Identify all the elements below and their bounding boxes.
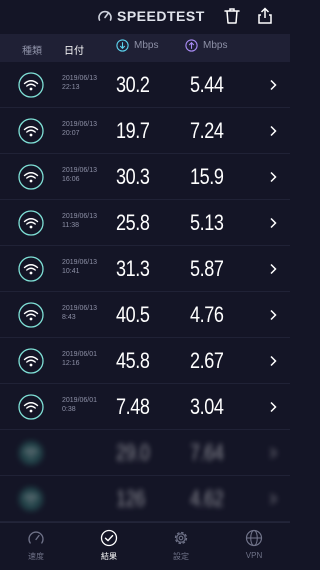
upload-value: 5.44 — [190, 72, 224, 97]
upload-unit: Mbps — [203, 40, 228, 51]
column-date[interactable]: 日付 — [64, 42, 84, 57]
tab-settings-label: 設定 — [173, 552, 189, 561]
gear-icon — [174, 531, 188, 545]
upload-value: 5.87 — [190, 256, 224, 281]
result-row[interactable]: 2019/06/13 10:41 31.3 5.87 — [0, 246, 290, 292]
chevron-right-icon — [270, 79, 277, 91]
trash-icon[interactable] — [222, 6, 242, 26]
wifi-icon — [18, 210, 44, 236]
results-list: 2019/06/13 22:13 30.2 5.44 2019/06/13 20:0… — [0, 62, 290, 522]
chevron-right-icon — [270, 309, 277, 321]
download-value: 19.7 — [116, 118, 150, 143]
result-row[interactable]: 2019/06/13 11:38 25.8 5.13 — [0, 200, 290, 246]
column-upload[interactable]: Mbps — [185, 39, 227, 52]
result-row-blurred[interactable]: 126 4.62 — [0, 476, 290, 522]
result-date: 2019/06/13 8:43 — [62, 305, 98, 321]
chevron-right-icon — [270, 401, 277, 413]
chevron-right-icon — [270, 447, 277, 459]
wifi-icon — [18, 394, 44, 420]
wifi-icon — [18, 348, 44, 374]
column-download[interactable]: Mbps — [116, 39, 158, 52]
wifi-icon — [18, 256, 44, 282]
upload-value: 2.67 — [190, 348, 224, 373]
download-arrow-icon — [116, 39, 129, 52]
tab-speed[interactable]: 速度 — [7, 529, 65, 562]
chevron-right-icon — [270, 493, 277, 505]
wifi-icon — [18, 164, 44, 190]
result-date: 2019/06/01 12:16 — [62, 351, 98, 367]
result-date: 2019/06/13 11:38 — [62, 213, 98, 229]
result-row[interactable]: 2019/06/01 12:16 45.8 2.67 — [0, 338, 290, 384]
download-value: 30.3 — [116, 164, 150, 189]
upload-value: 4.62 — [190, 486, 224, 511]
result-row-blurred[interactable]: 29.0 7.64 — [0, 430, 290, 476]
chevron-right-icon — [270, 125, 277, 137]
upload-arrow-icon — [185, 39, 198, 52]
tab-settings[interactable]: 設定 — [152, 529, 210, 562]
download-value: 29.0 — [116, 440, 150, 465]
tab-results-label: 結果 — [101, 552, 117, 561]
wifi-icon — [18, 302, 44, 328]
download-value: 31.3 — [116, 256, 150, 281]
wifi-icon — [19, 487, 43, 511]
speedtest-logo-icon — [98, 10, 112, 21]
download-unit: Mbps — [134, 40, 159, 51]
chevron-right-icon — [270, 355, 277, 367]
top-bar: SPEEDTEST — [0, 0, 290, 34]
chevron-right-icon — [270, 217, 277, 229]
result-date: 2019/06/13 22:13 — [62, 75, 98, 91]
upload-value: 15.9 — [190, 164, 224, 189]
result-date: 2019/06/13 20:07 — [62, 121, 98, 137]
globe-icon — [245, 529, 263, 547]
tab-bar: 速度 結果 設定 VPN — [0, 522, 290, 570]
tab-vpn[interactable]: VPN — [225, 529, 283, 560]
result-date: 2019/06/13 10:41 — [62, 259, 98, 275]
wifi-icon — [18, 118, 44, 144]
share-icon[interactable] — [255, 6, 275, 26]
wifi-icon — [19, 441, 43, 465]
result-row[interactable]: 2019/06/13 20:07 19.7 7.24 — [0, 108, 290, 154]
speedometer-icon — [28, 531, 44, 544]
download-value: 30.2 — [116, 72, 150, 97]
download-value: 45.8 — [116, 348, 150, 373]
results-header: 種類 日付 Mbps Mbps — [0, 34, 290, 62]
tab-vpn-label: VPN — [245, 551, 263, 560]
upload-value: 4.76 — [190, 302, 224, 327]
brand: SPEEDTEST — [97, 8, 205, 24]
tab-results[interactable]: 結果 — [80, 529, 138, 562]
download-value: 40.5 — [116, 302, 150, 327]
result-date: 2019/06/01 0:38 — [62, 397, 98, 413]
result-row[interactable]: 2019/06/13 8:43 40.5 4.76 — [0, 292, 290, 338]
upload-value: 7.64 — [190, 440, 224, 465]
chevron-right-icon — [270, 171, 277, 183]
download-value: 7.48 — [116, 394, 150, 419]
result-date: 2019/06/13 16:06 — [62, 167, 98, 183]
upload-value: 5.13 — [190, 210, 224, 235]
wifi-icon — [18, 72, 44, 98]
result-row[interactable]: 2019/06/13 16:06 30.3 15.9 — [0, 154, 290, 200]
app-title: SPEEDTEST — [117, 8, 205, 24]
upload-value: 3.04 — [190, 394, 224, 419]
result-row[interactable]: 2019/06/01 0:38 7.48 3.04 — [0, 384, 290, 430]
column-type[interactable]: 種類 — [22, 42, 42, 57]
download-value: 25.8 — [116, 210, 150, 235]
chevron-right-icon — [270, 263, 277, 275]
upload-value: 7.24 — [190, 118, 224, 143]
download-value: 126 — [116, 486, 145, 511]
tab-speed-label: 速度 — [28, 552, 44, 561]
checkmark-circle-icon — [100, 529, 118, 547]
result-row[interactable]: 2019/06/13 22:13 30.2 5.44 — [0, 62, 290, 108]
